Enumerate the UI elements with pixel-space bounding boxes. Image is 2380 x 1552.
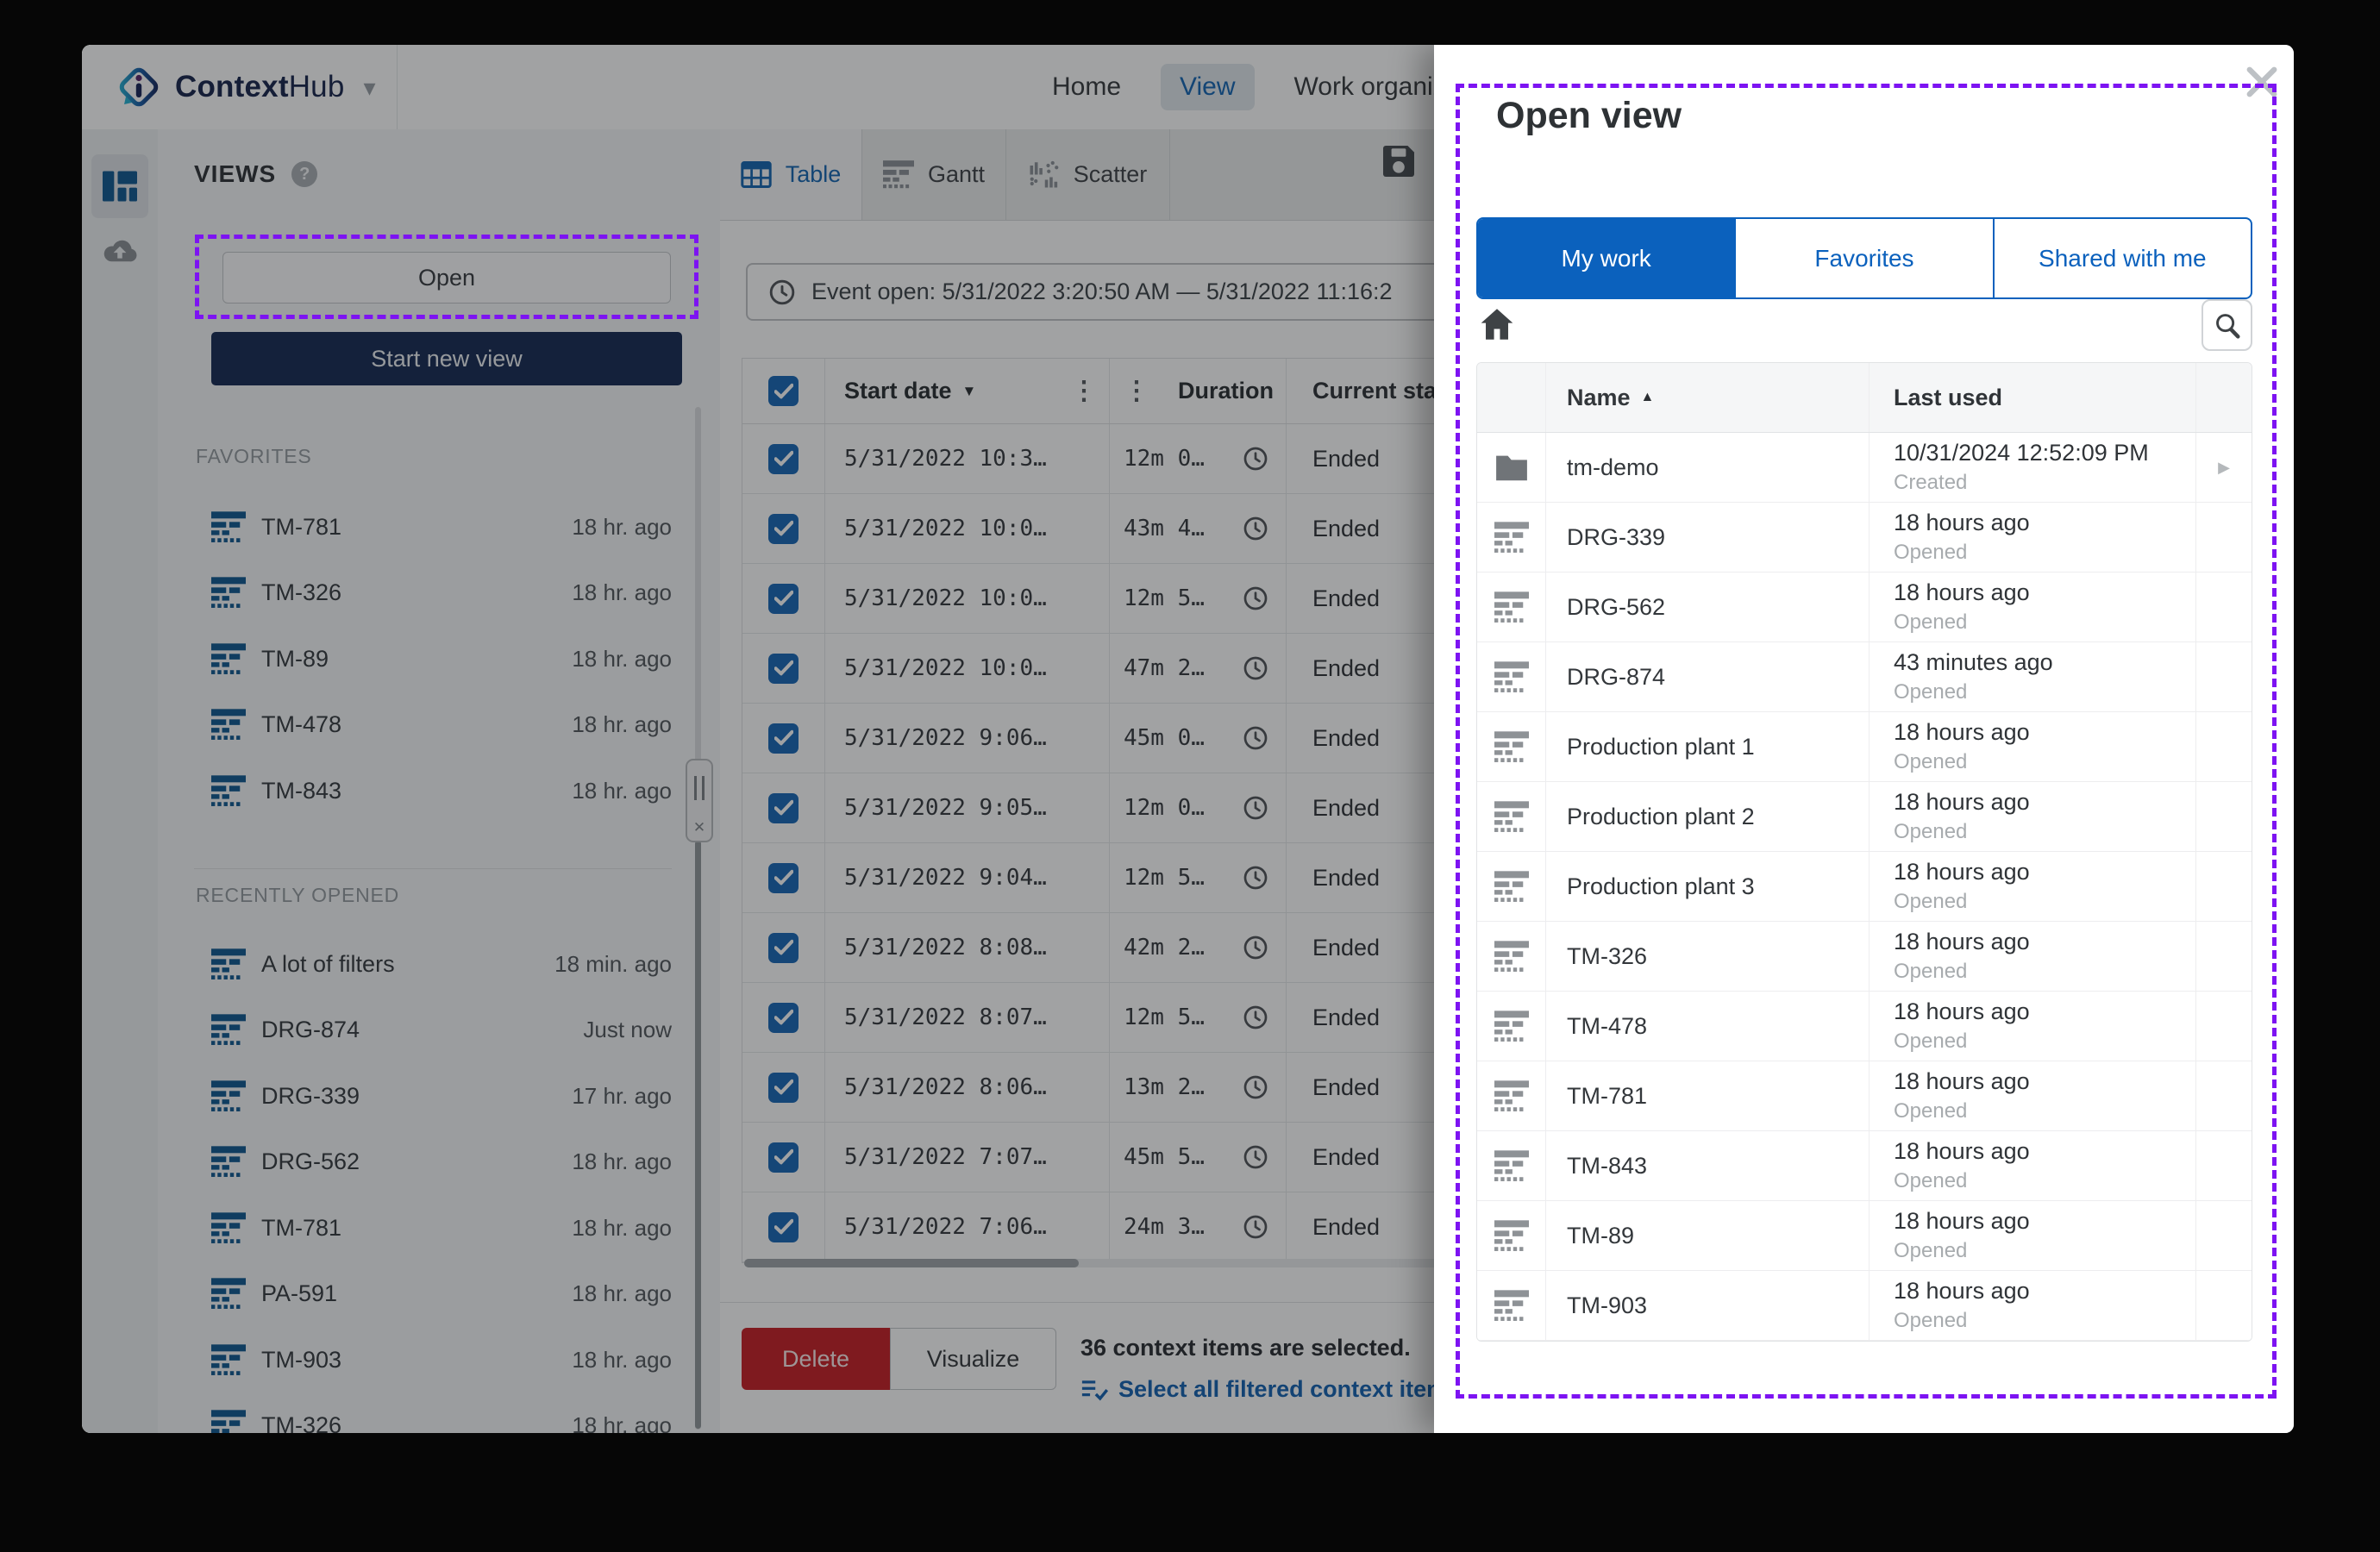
- view-row[interactable]: DRG-339 18 hours ago Opened ▶: [1477, 503, 2252, 573]
- view-name: TM-478: [1567, 1013, 1647, 1040]
- last-used-action: Opened: [1894, 1309, 2195, 1333]
- screenshot-frame: ContextHub ▾ Home View Work organiz VIEW…: [0, 0, 2380, 1552]
- last-used-time: 18 hours ago: [1894, 1068, 2195, 1095]
- view-row[interactable]: TM-843 18 hours ago Opened ▶: [1477, 1131, 2252, 1201]
- gantt-icon: [1494, 1150, 1529, 1182]
- gantt-icon: [1494, 731, 1529, 763]
- app-window: ContextHub ▾ Home View Work organiz VIEW…: [82, 45, 2294, 1433]
- view-name: TM-903: [1567, 1292, 1647, 1319]
- tab-shared-with-me[interactable]: Shared with me: [1993, 219, 2251, 297]
- view-row[interactable]: DRG-562 18 hours ago Opened ▶: [1477, 573, 2252, 642]
- view-row[interactable]: TM-903 18 hours ago Opened ▶: [1477, 1271, 2252, 1341]
- view-row[interactable]: Production plant 3 18 hours ago Opened ▶: [1477, 852, 2252, 922]
- last-used-time: 18 hours ago: [1894, 859, 2195, 886]
- last-used-time: 18 hours ago: [1894, 789, 2195, 816]
- views-table-header: Name ▲ Last used: [1477, 363, 2252, 433]
- home-icon[interactable]: [1479, 306, 1515, 342]
- last-used-action: Opened: [1894, 1169, 2195, 1193]
- last-used-time: 18 hours ago: [1894, 998, 2195, 1025]
- view-name: DRG-562: [1567, 594, 1665, 621]
- close-icon[interactable]: [2245, 66, 2278, 98]
- last-used-action: Opened: [1894, 960, 2195, 984]
- view-name: Production plant 1: [1567, 734, 1755, 760]
- chevron-right-icon[interactable]: ▶: [2218, 459, 2230, 477]
- last-used-time: 18 hours ago: [1894, 1208, 2195, 1235]
- last-used-time: 18 hours ago: [1894, 579, 2195, 606]
- last-used-action: Opened: [1894, 1099, 2195, 1123]
- view-name: TM-326: [1567, 943, 1647, 970]
- last-used-time: 10/31/2024 12:52:09 PM: [1894, 440, 2195, 466]
- view-row[interactable]: Production plant 2 18 hours ago Opened ▶: [1477, 782, 2252, 852]
- view-row[interactable]: TM-781 18 hours ago Opened ▶: [1477, 1061, 2252, 1131]
- view-row[interactable]: tm-demo 10/31/2024 12:52:09 PM Created ▶: [1477, 433, 2252, 503]
- open-view-dialog: Open view My work Favorites Shared with …: [1434, 45, 2294, 1433]
- last-used-action: Created: [1894, 471, 2195, 495]
- gantt-icon: [1494, 1011, 1529, 1042]
- view-name: tm-demo: [1567, 454, 1659, 481]
- views-table: Name ▲ Last used tm-demo 10/31/2024 12:5…: [1476, 362, 2252, 1342]
- last-used-time: 18 hours ago: [1894, 929, 2195, 955]
- search-button[interactable]: [2202, 299, 2252, 351]
- gantt-icon: [1494, 661, 1529, 693]
- dialog-title: Open view: [1496, 95, 1682, 137]
- tab-favorites[interactable]: Favorites: [1734, 219, 1992, 297]
- sort-asc-icon: ▲: [1641, 390, 1655, 405]
- gantt-icon: [1494, 941, 1529, 973]
- view-name: DRG-874: [1567, 664, 1665, 691]
- view-row[interactable]: TM-326 18 hours ago Opened ▶: [1477, 922, 2252, 992]
- gantt-icon: [1494, 591, 1529, 623]
- last-used-action: Opened: [1894, 820, 2195, 844]
- view-row[interactable]: TM-89 18 hours ago Opened ▶: [1477, 1201, 2252, 1271]
- last-used-time: 18 hours ago: [1894, 510, 2195, 536]
- view-row[interactable]: TM-478 18 hours ago Opened ▶: [1477, 992, 2252, 1061]
- last-used-time: 43 minutes ago: [1894, 649, 2195, 676]
- view-name: TM-843: [1567, 1153, 1647, 1180]
- view-name: DRG-339: [1567, 524, 1665, 551]
- view-name: Production plant 3: [1567, 873, 1755, 900]
- last-used-time: 18 hours ago: [1894, 1138, 2195, 1165]
- last-used-action: Opened: [1894, 610, 2195, 635]
- dialog-tabs: My work Favorites Shared with me: [1476, 217, 2252, 299]
- view-row[interactable]: Production plant 1 18 hours ago Opened ▶: [1477, 712, 2252, 782]
- view-name: Production plant 2: [1567, 804, 1755, 830]
- last-used-action: Opened: [1894, 1239, 2195, 1263]
- last-used-time: 18 hours ago: [1894, 719, 2195, 746]
- tab-my-work[interactable]: My work: [1478, 219, 1734, 297]
- gantt-icon: [1494, 522, 1529, 554]
- last-used-action: Opened: [1894, 750, 2195, 774]
- column-last-used[interactable]: Last used: [1869, 363, 2195, 432]
- last-used-action: Opened: [1894, 680, 2195, 704]
- view-name: TM-89: [1567, 1223, 1634, 1249]
- view-name: TM-781: [1567, 1083, 1647, 1110]
- view-row[interactable]: DRG-874 43 minutes ago Opened ▶: [1477, 642, 2252, 712]
- column-name[interactable]: Name ▲: [1546, 385, 1869, 411]
- gantt-icon: [1494, 871, 1529, 903]
- last-used-action: Opened: [1894, 541, 2195, 565]
- gantt-icon: [1494, 801, 1529, 833]
- last-used-action: Opened: [1894, 890, 2195, 914]
- gantt-icon: [1494, 1290, 1529, 1322]
- last-used-action: Opened: [1894, 1029, 2195, 1054]
- gantt-icon: [1494, 1220, 1529, 1252]
- search-icon: [2214, 311, 2241, 339]
- folder-icon: [1494, 453, 1529, 482]
- last-used-time: 18 hours ago: [1894, 1278, 2195, 1305]
- gantt-icon: [1494, 1080, 1529, 1112]
